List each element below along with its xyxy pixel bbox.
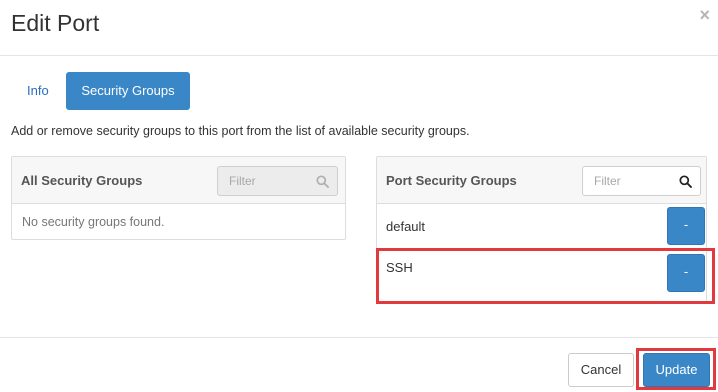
search-icon: [679, 175, 692, 188]
empty-state-text: No security groups found.: [22, 215, 165, 229]
update-button[interactable]: Update: [643, 353, 710, 387]
security-group-name: SSH: [386, 260, 413, 275]
all-groups-filter: [217, 166, 338, 196]
modal-title: Edit Port: [11, 10, 100, 36]
port-security-groups-panel: Port Security Groups default - SSH -: [376, 156, 707, 303]
remove-default-button[interactable]: -: [667, 207, 705, 245]
list-item: default -: [377, 204, 706, 251]
port-security-groups-title: Port Security Groups: [386, 173, 517, 188]
all-security-groups-panel: All Security Groups No security groups f…: [11, 156, 346, 240]
security-group-name: default: [386, 219, 426, 234]
cancel-button[interactable]: Cancel: [568, 353, 634, 387]
port-groups-filter: [582, 166, 701, 196]
tab-security-groups[interactable]: Security Groups: [66, 72, 190, 110]
all-security-groups-header: All Security Groups: [12, 157, 345, 204]
description-text: Add or remove security groups to this po…: [11, 124, 470, 138]
remove-ssh-button[interactable]: -: [667, 254, 705, 292]
tab-info[interactable]: Info: [12, 72, 66, 110]
list-item: SSH -: [377, 251, 706, 303]
close-icon[interactable]: ×: [699, 5, 710, 25]
port-security-groups-header: Port Security Groups: [377, 157, 706, 204]
search-icon: [316, 175, 329, 188]
modal-header: Edit Port ×: [0, 0, 718, 56]
port-groups-filter-input[interactable]: [583, 167, 673, 195]
all-groups-filter-input[interactable]: [218, 167, 308, 195]
all-security-groups-title: All Security Groups: [21, 173, 143, 188]
